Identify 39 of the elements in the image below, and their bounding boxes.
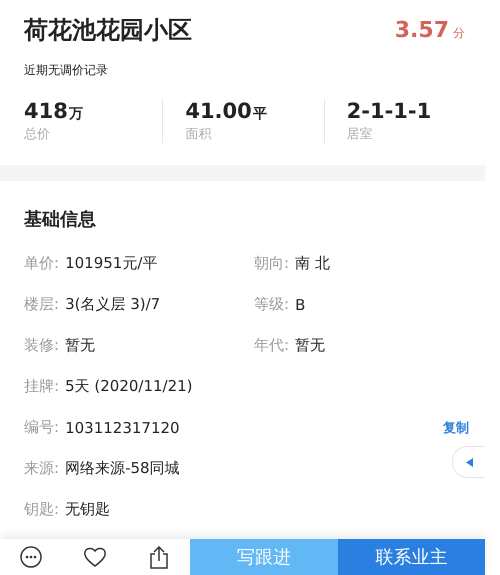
side-tab[interactable] bbox=[452, 446, 485, 478]
field-value: 网络来源-58同城 bbox=[65, 459, 180, 478]
field-value: 暂无 bbox=[295, 336, 326, 355]
stat-label: 总价 bbox=[24, 126, 51, 143]
field-value: 南 北 bbox=[295, 254, 330, 273]
field-value: 3(名义层 3)/7 bbox=[65, 295, 160, 314]
share-icon[interactable] bbox=[148, 545, 170, 569]
community-title: 荷花池花园小区 bbox=[24, 15, 192, 46]
action-button[interactable]: 写跟进 bbox=[190, 539, 338, 575]
field-value: 101951元/平 bbox=[65, 254, 158, 273]
copy-link[interactable]: 复制 bbox=[443, 418, 469, 436]
field-label: 钥匙: bbox=[24, 500, 60, 519]
field-label: 来源: bbox=[24, 459, 60, 478]
field-label: 单价: bbox=[24, 254, 60, 273]
price-note: 近期无调价记录 bbox=[24, 62, 109, 79]
field-value: 5天 (2020/11/21) bbox=[65, 377, 193, 396]
stat-value: 41.00平 bbox=[185, 99, 268, 123]
stat-value: 2-1-1-1 bbox=[346, 99, 432, 123]
field-label: 编号: bbox=[24, 418, 60, 437]
left-triangle-icon bbox=[466, 458, 472, 466]
stat-label: 居室 bbox=[346, 126, 374, 143]
field-value: 103112317120 bbox=[65, 418, 180, 436]
field-value: 无钥匙 bbox=[65, 500, 110, 519]
stat-label: 面积 bbox=[185, 126, 212, 143]
field-label: 年代: bbox=[254, 336, 290, 355]
score-unit: 分 bbox=[453, 24, 465, 42]
stat-value: 418万 bbox=[24, 99, 84, 123]
field-label: 挂牌: bbox=[24, 377, 60, 396]
field-value: 暂无 bbox=[65, 336, 96, 355]
score-value: 3.57 bbox=[394, 18, 449, 42]
more-icon[interactable] bbox=[20, 546, 42, 568]
action-button[interactable]: 联系业主 bbox=[338, 539, 485, 575]
field-label: 装修: bbox=[24, 336, 60, 355]
field-value: B bbox=[295, 296, 306, 314]
section-title: 基础信息 bbox=[24, 208, 97, 231]
field-label: 等级: bbox=[254, 295, 290, 314]
field-label: 朝向: bbox=[254, 254, 290, 273]
heart-icon[interactable] bbox=[82, 546, 107, 568]
field-label: 楼层: bbox=[24, 295, 60, 314]
